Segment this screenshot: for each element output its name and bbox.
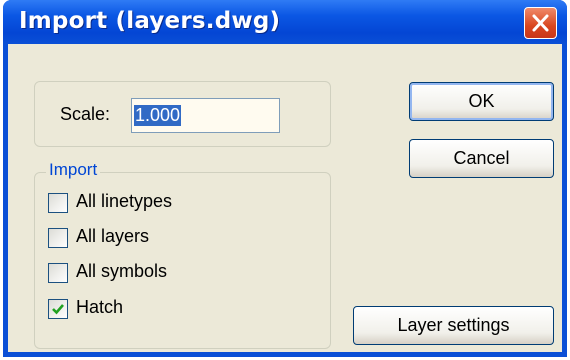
import-group-legend: Import (46, 160, 101, 180)
scale-value: 1.000 (134, 105, 182, 126)
title-bar[interactable]: Import (layers.dwg) (3, 0, 567, 44)
dialog-body: Scale: 1.000 Import All linetypes All la… (8, 44, 562, 352)
all-layers-checkbox[interactable] (48, 228, 68, 248)
cancel-button[interactable]: Cancel (409, 139, 554, 178)
close-x-icon (532, 14, 549, 32)
import-dialog: Import (layers.dwg) Scale: 1.000 Import … (3, 0, 567, 357)
all-symbols-label: All symbols (76, 261, 168, 281)
scale-input[interactable]: 1.000 (131, 98, 280, 133)
hatch-label: Hatch (76, 297, 124, 317)
checkmark-icon (52, 304, 64, 315)
hatch-checkbox[interactable] (48, 299, 68, 319)
ok-button[interactable]: OK (409, 82, 554, 121)
all-symbols-checkbox[interactable] (48, 263, 68, 283)
scale-label: Scale: (60, 104, 111, 124)
all-linetypes-checkbox[interactable] (48, 193, 68, 213)
layer-settings-button[interactable]: Layer settings (353, 306, 554, 345)
close-button[interactable] (524, 7, 557, 39)
all-linetypes-label: All linetypes (76, 191, 173, 211)
dialog-title: Import (layers.dwg) (19, 8, 281, 34)
all-layers-label: All layers (76, 226, 150, 246)
